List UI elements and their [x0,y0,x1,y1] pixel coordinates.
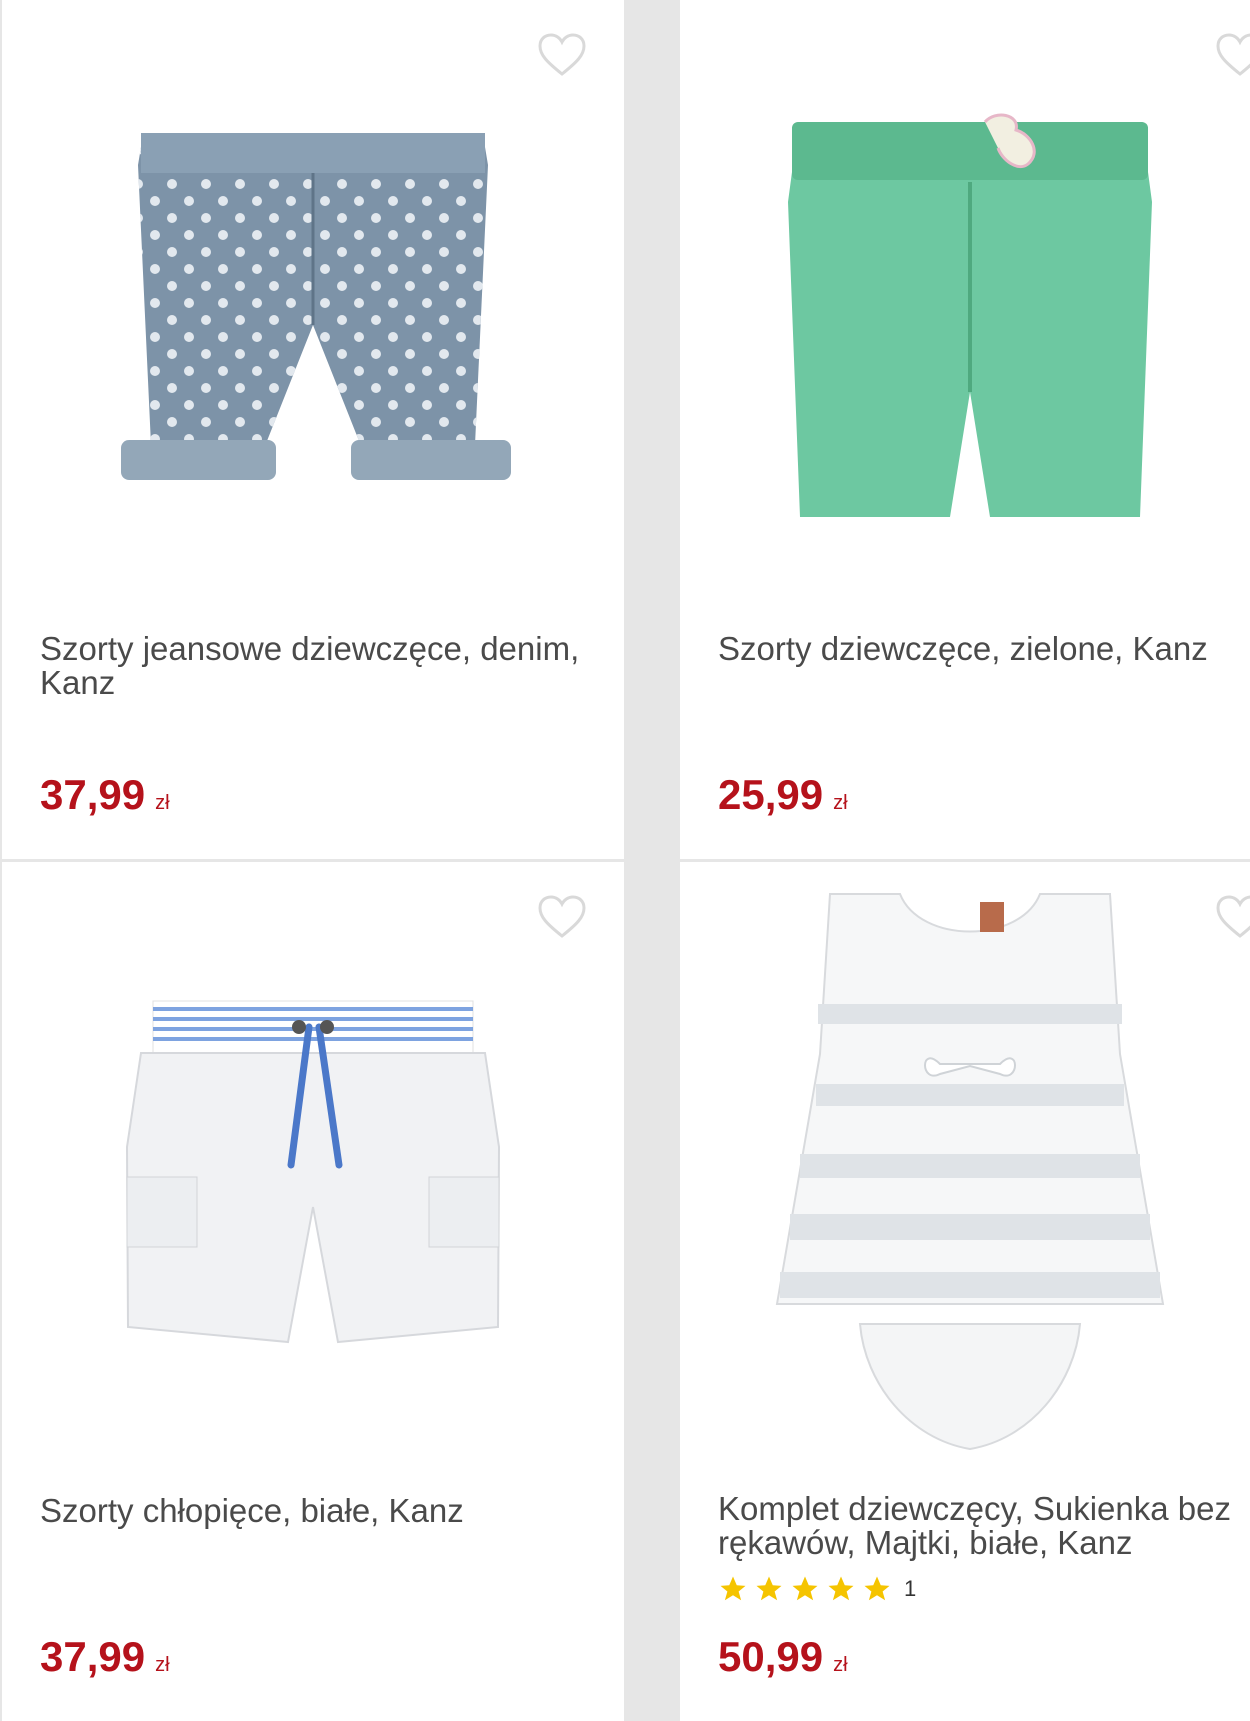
product-price: 25,99 zł [718,771,848,818]
rating-count: 1 [904,1576,917,1601]
rating: 1 [718,1574,916,1604]
product-title[interactable]: Szorty dziewczęce, zielone, Kanz [718,632,1250,666]
star-icon [864,1576,890,1601]
star-icon [828,1576,854,1601]
wishlist-heart-icon[interactable] [1215,894,1250,940]
star-icon [756,1576,782,1601]
product-price: 37,99 zł [40,1633,170,1680]
star-icon [720,1576,746,1601]
product-image[interactable] [113,997,513,1352]
product-title[interactable]: Komplet dziewczęcy, Sukienka bez rękawów… [718,1492,1250,1560]
wishlist-heart-icon[interactable] [537,894,587,940]
product-title[interactable]: Szorty chłopięce, białe, Kanz [40,1494,580,1528]
product-image[interactable] [770,884,1170,1462]
product-card[interactable]: Szorty jeansowe dziewczęce, denim, Kanz … [2,0,624,859]
product-price: 37,99 zł [40,771,170,818]
product-title[interactable]: Szorty jeansowe dziewczęce, denim, Kanz [40,632,580,700]
star-icon [792,1576,818,1601]
product-card[interactable]: Szorty chłopięce, białe, Kanz 37,99 zł [2,862,624,1721]
product-image[interactable] [113,125,513,505]
product-card[interactable]: Komplet dziewczęcy, Sukienka bez rękawów… [680,862,1250,1721]
product-price: 50,99 zł [718,1633,848,1680]
product-card[interactable]: Szorty dziewczęce, zielone, Kanz 25,99 zł [680,0,1250,859]
wishlist-heart-icon[interactable] [1215,32,1250,78]
product-image[interactable] [780,112,1160,522]
wishlist-heart-icon[interactable] [537,32,587,78]
